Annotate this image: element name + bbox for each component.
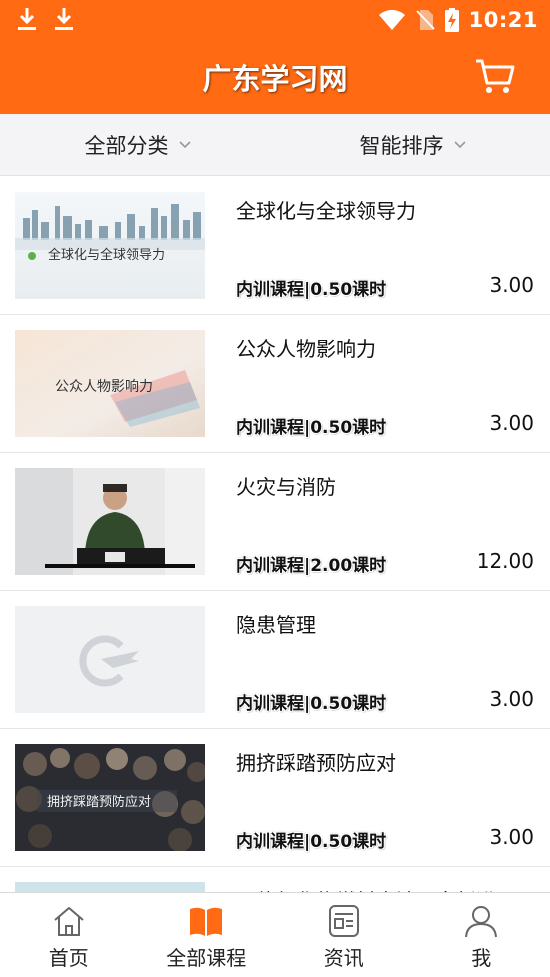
status-indicators: 10:21 [378, 6, 538, 34]
tab-home[interactable]: 首页 [0, 893, 138, 977]
tab-all-courses[interactable]: 全部课程 [138, 893, 276, 977]
thumbnail-caption: 拥挤踩踏预防应对 [47, 794, 151, 810]
chevron-down-icon [453, 141, 466, 149]
sort-filter-label: 智能排序 [359, 134, 444, 158]
thumbnail-caption: 公众人物影响力 [55, 379, 153, 395]
course-meta: 内训课程|0.50课时 [236, 418, 387, 438]
category-filter-dropdown[interactable]: 全部分类 [0, 114, 275, 176]
course-thumbnail: 拥挤踩踏预防应对 [15, 744, 205, 851]
course-item[interactable]: 公众人物影响力 公众人物影响力 内训课程|0.50课时 3.00 [0, 315, 550, 453]
course-title: 拥挤踩踏预防应对 [236, 751, 396, 775]
app-header: 10:21 广东学习网 [0, 0, 550, 114]
tab-all-courses-label: 全部课程 [166, 946, 247, 970]
course-title: 火灾与消防 [236, 475, 336, 499]
course-item[interactable]: 火灾与消防 内训课程|2.00课时 12.00 [0, 453, 550, 591]
cart-icon[interactable] [474, 57, 516, 95]
course-price: 3.00 [489, 273, 534, 297]
tab-news-label: 资讯 [323, 946, 364, 970]
download-icon [55, 8, 73, 30]
home-icon [54, 907, 84, 936]
status-time: 10:21 [468, 8, 538, 32]
course-meta: 内训课程|2.00课时 [236, 556, 387, 576]
tab-home-label: 首页 [48, 946, 89, 970]
tab-me[interactable]: 我 [413, 893, 550, 977]
user-icon [465, 906, 498, 938]
course-thumbnail [15, 468, 205, 575]
app-root: 10:21 广东学习网 全部分类 智能排序 全球化与全球领导力 全球化与全球领导… [0, 0, 550, 977]
course-item[interactable]: 全球化与全球领导力 全球化与全球领导力 内训课程|0.50课时 3.00 [0, 177, 550, 315]
course-price: 3.00 [489, 411, 534, 435]
tab-me-label: 我 [471, 946, 492, 970]
book-icon [190, 907, 223, 936]
course-thumbnail [15, 606, 205, 713]
bottom-nav: 首页 全部课程 资讯 我 [0, 892, 550, 977]
page-title: 广东学习网 [202, 62, 348, 96]
sort-filter-dropdown[interactable]: 智能排序 [275, 114, 550, 176]
filter-bar: 全部分类 智能排序 [0, 114, 550, 176]
status-bar: 10:21 [0, 0, 550, 40]
course-title: 隐患管理 [236, 613, 316, 637]
download-icon [18, 8, 36, 30]
course-meta: 内训课程|0.50课时 [236, 280, 387, 300]
course-meta: 内训课程|0.50课时 [236, 832, 387, 852]
course-thumbnail: 公众人物影响力 [15, 330, 205, 437]
course-thumbnail: 全球化与全球领导力 [15, 192, 205, 299]
wifi-icon [378, 9, 405, 30]
course-list: 全球化与全球领导力 全球化与全球领导力 内训课程|0.50课时 3.00 公众人… [0, 177, 550, 893]
course-title: 全球化与全球领导力 [236, 199, 416, 223]
course-price: 3.00 [489, 825, 534, 849]
category-filter-label: 全部分类 [84, 134, 169, 158]
chevron-down-icon [178, 141, 191, 149]
no-sim-icon [415, 10, 435, 30]
course-item[interactable]: 隐患管理 内训课程|0.50课时 3.00 [0, 591, 550, 729]
tab-news[interactable]: 资讯 [275, 893, 413, 977]
battery-charging-icon [444, 8, 459, 32]
course-price: 12.00 [476, 549, 534, 573]
news-icon [328, 905, 359, 937]
course-price: 3.00 [489, 687, 534, 711]
course-meta: 内训课程|0.50课时 [236, 694, 387, 714]
thumbnail-caption: 全球化与全球领导力 [48, 247, 165, 263]
course-item[interactable]: 固体氧化物燃料电池研究新进展 [0, 867, 550, 893]
course-item[interactable]: 拥挤踩踏预防应对 拥挤踩踏预防应对 内训课程|0.50课时 3.00 [0, 729, 550, 867]
course-title: 公众人物影响力 [236, 337, 376, 361]
